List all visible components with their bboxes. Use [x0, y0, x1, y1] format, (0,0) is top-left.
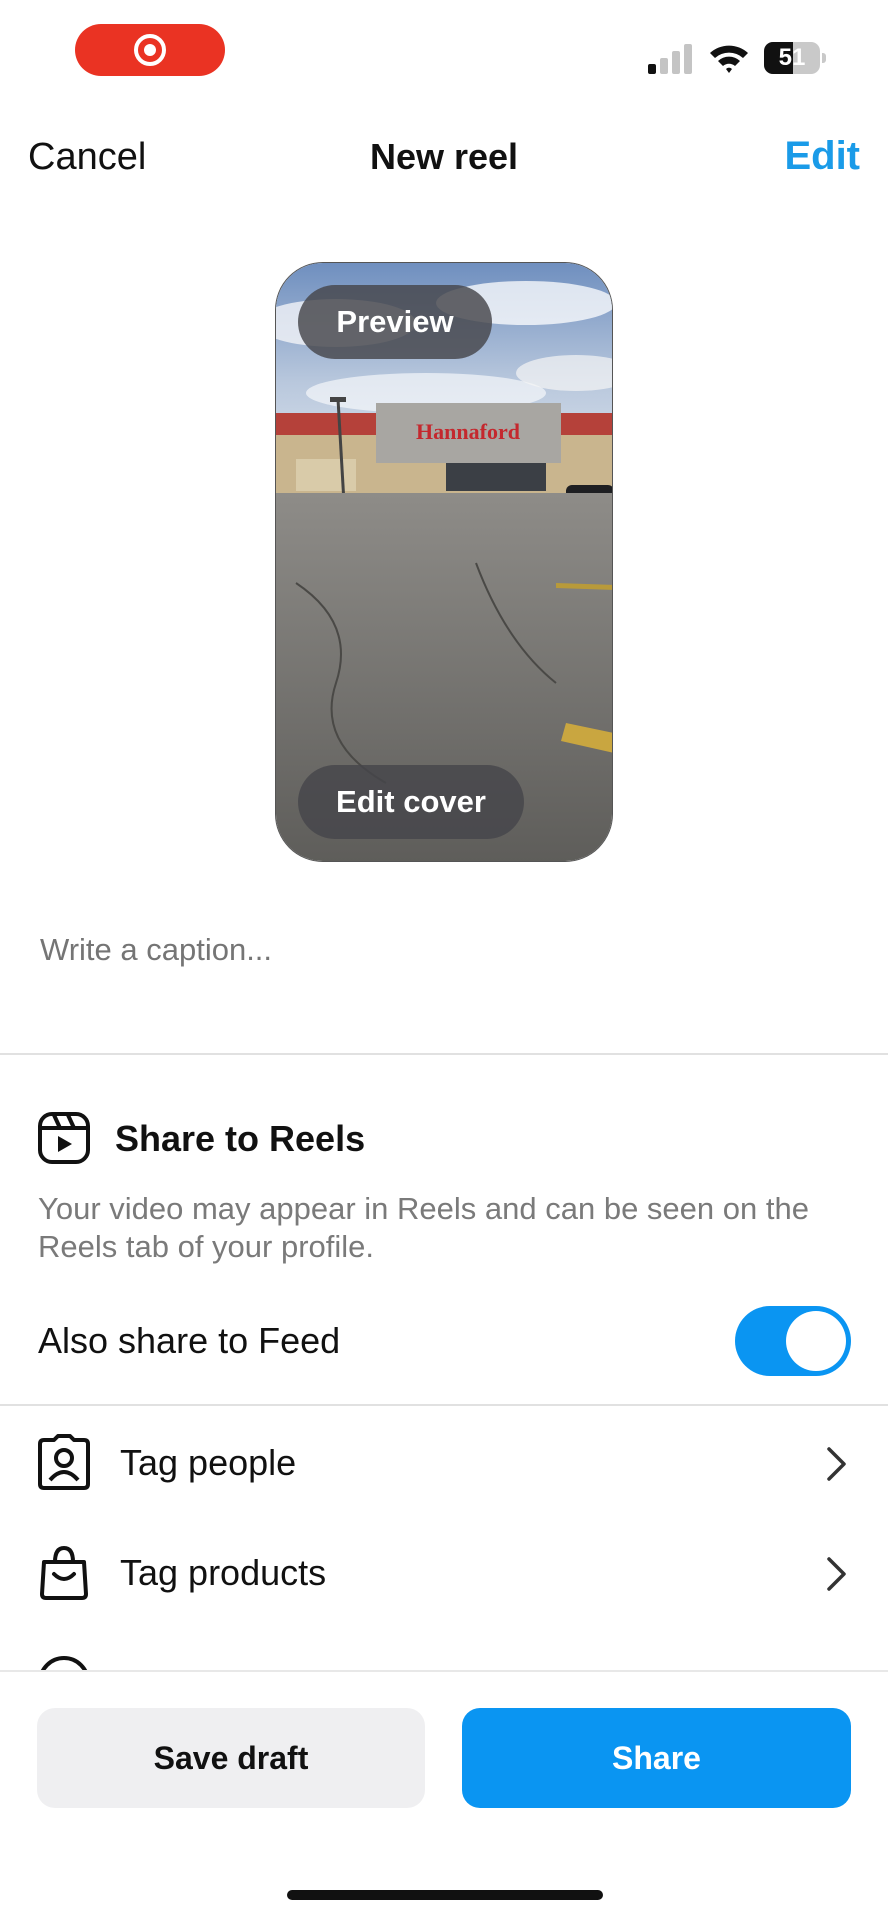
share-to-reels-description: Your video may appear in Reels and can b… [38, 1191, 809, 1264]
edit-button[interactable]: Edit [784, 134, 860, 179]
bottom-action-bar: Save draft Share [0, 1670, 888, 1920]
edit-cover-button[interactable]: Edit cover [298, 765, 524, 839]
video-preview[interactable]: Hannaford Preview Edit cover [275, 262, 613, 862]
tag-people-label: Tag people [120, 1442, 297, 1483]
home-indicator[interactable] [287, 1890, 603, 1900]
wifi-icon [710, 45, 748, 73]
divider [0, 1053, 888, 1055]
battery-icon: 51 [764, 42, 826, 74]
share-to-reels-title: Share to Reels [115, 1118, 366, 1159]
share-to-feed-toggle[interactable] [735, 1306, 851, 1376]
tag-people-icon [38, 1434, 90, 1490]
header: Cancel New reel Edit [0, 120, 888, 200]
record-icon [134, 34, 166, 66]
status-bar: 51 [0, 0, 888, 110]
tag-products-row[interactable]: Tag products [0, 1522, 888, 1622]
also-share-to-feed-label: Also share to Feed [38, 1320, 341, 1361]
chevron-right-icon [827, 1447, 846, 1481]
store-sign: Hannaford [416, 419, 520, 444]
chevron-right-icon [827, 1557, 846, 1591]
tag-people-row[interactable]: Tag people [0, 1412, 888, 1512]
save-draft-button[interactable]: Save draft [37, 1708, 425, 1808]
tag-products-label: Tag products [120, 1552, 327, 1593]
toggle-knob [786, 1311, 846, 1371]
share-button[interactable]: Share [462, 1708, 851, 1808]
screen-recording-indicator[interactable] [75, 24, 225, 76]
tag-products-icon [40, 1545, 88, 1600]
reels-icon [38, 1112, 90, 1164]
battery-percentage: 51 [778, 44, 806, 71]
caption-input[interactable] [40, 920, 840, 980]
cancel-button[interactable]: Cancel [28, 136, 146, 179]
divider [0, 1404, 888, 1406]
preview-button[interactable]: Preview [298, 285, 492, 359]
cellular-signal-icon [648, 44, 692, 74]
